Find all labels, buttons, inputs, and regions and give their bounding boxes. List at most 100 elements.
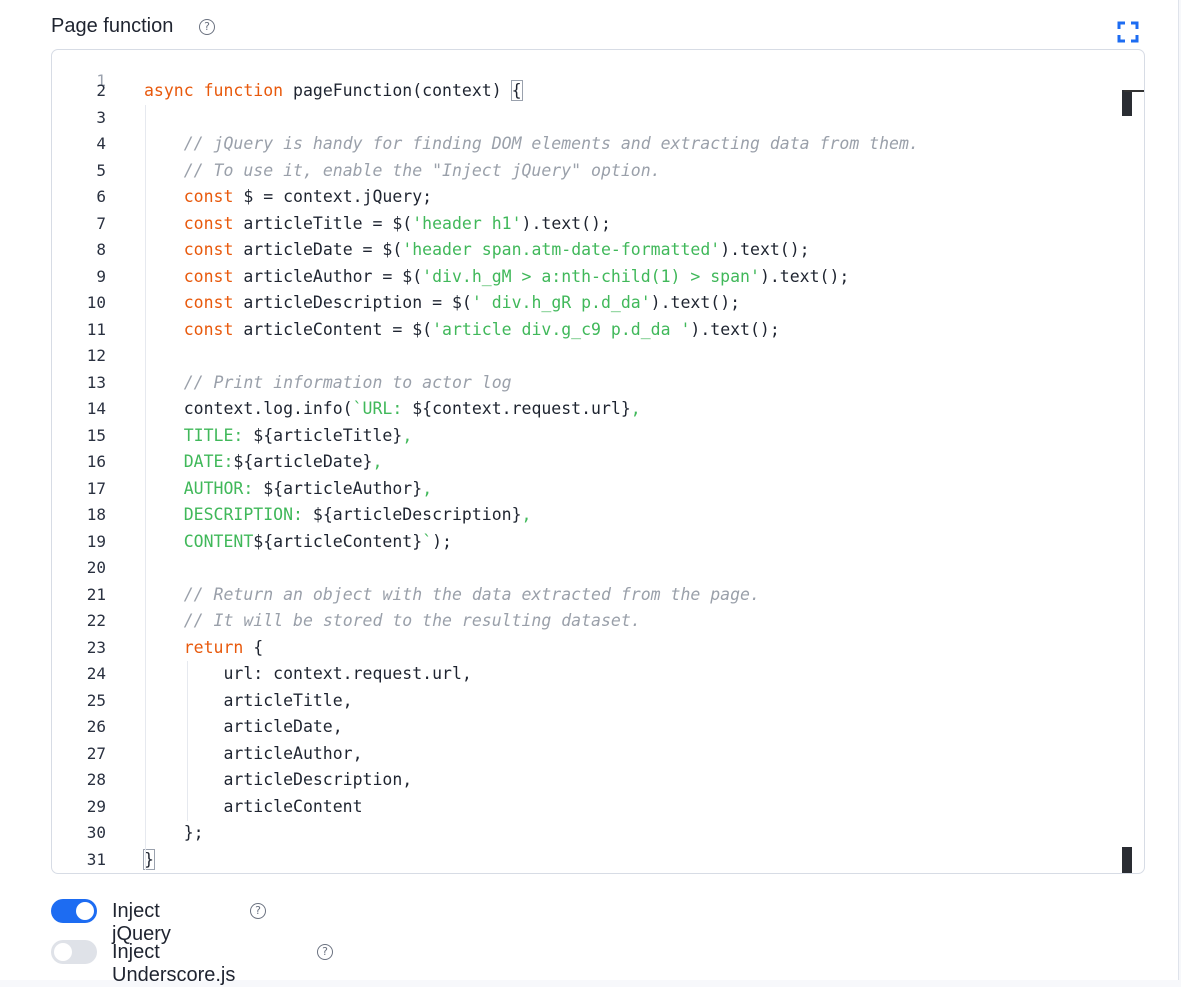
section-header: Page function ? (51, 13, 1143, 43)
code-token: }; (144, 823, 204, 842)
code-line: 7 const articleTitle = $('header h1').te… (52, 211, 1112, 238)
code-token: pageFunction(context) (283, 81, 512, 100)
code-line: 17 AUTHOR: ${articleAuthor}, (52, 476, 1112, 503)
string-token: , (372, 452, 383, 471)
fullscreen-icon[interactable] (1117, 21, 1139, 43)
code-token: ${articleAuthor} (263, 478, 423, 498)
string-token: ` (422, 531, 433, 551)
inject-jquery-toggle[interactable] (51, 899, 97, 923)
editor-scrollbar[interactable] (1122, 50, 1132, 873)
code-token: articleTitle, (144, 690, 353, 710)
code-token: ${articleContent} (253, 531, 423, 551)
code-token: articleDescription, (144, 770, 413, 789)
code-text: articleAuthor, (144, 741, 362, 768)
code-text: // jQuery is handy for finding DOM eleme… (144, 131, 919, 158)
string-token: ' div.h_gR p.d_da' (471, 293, 651, 312)
line-number: 2 (96, 81, 106, 100)
help-circle-icon[interactable]: ? (317, 944, 333, 960)
line-number: 30 (86, 823, 106, 842)
line-number: 14 (86, 399, 106, 418)
code-editor[interactable]: 1 2 async function pageFunction(context) … (51, 49, 1145, 874)
inject-underscore-toggle[interactable] (51, 940, 97, 964)
code-line: 12 (52, 343, 1112, 370)
code-token: articleAuthor = $( (233, 266, 423, 286)
line-number: 26 (86, 717, 106, 736)
help-circle-icon[interactable]: ? (199, 19, 215, 35)
code-token: ${articleDate} (233, 452, 373, 471)
line-number: 7 (96, 213, 106, 233)
inject-jquery-label: Inject jQuery (112, 900, 171, 945)
code-token: ).text(); (690, 319, 780, 339)
code-text: // Return an object with the data extrac… (144, 582, 760, 609)
code-text: async function pageFunction(context) { (144, 78, 523, 105)
line-number: 21 (86, 584, 106, 604)
line-number: 3 (96, 107, 106, 127)
code-line: 24 url: context.request.url, (52, 661, 1112, 688)
scrollbar-thumb[interactable] (1122, 847, 1132, 873)
code-token: articleDate = $( (233, 240, 403, 259)
line-number: 20 (86, 558, 106, 577)
section-title: Page function (51, 15, 174, 37)
line-number: 13 (86, 372, 106, 392)
code-line: 18 DESCRIPTION: ${articleDescription}, (52, 502, 1112, 529)
code-text: // Print information to actor log (144, 370, 512, 397)
code-text: DATE:${articleDate}, (144, 449, 383, 476)
code-line: 10 const articleDescription = $(' div.h_… (52, 290, 1112, 317)
line-number: 24 (86, 664, 106, 683)
comment-token: // To use it, enable the "Inject jQuery"… (183, 160, 661, 180)
keyword-token: const (183, 293, 234, 312)
code-token: articleContent = $( (233, 319, 433, 339)
code-line: 9 const articleAuthor = $('div.h_gM > a:… (52, 264, 1112, 291)
keyword-token: const (183, 319, 234, 339)
code-line: 23 return { (52, 635, 1112, 662)
line-number: 19 (86, 531, 106, 551)
code-token: ).text(); (521, 213, 611, 233)
comment-token: // Return an object with the data extrac… (183, 584, 760, 604)
string-token: 'header h1' (412, 213, 522, 233)
code-text: context.log.info(`URL: ${context.request… (144, 396, 641, 423)
code-text: const articleTitle = $('header h1').text… (144, 211, 611, 238)
code-text: // It will be stored to the resulting da… (144, 608, 641, 635)
line-number: 16 (86, 452, 106, 471)
line-number: 9 (96, 266, 106, 286)
scrollbar-thumb[interactable] (1122, 90, 1132, 116)
code-token: ).text(); (759, 266, 850, 286)
string-token: CONTENT (183, 531, 254, 551)
line-number: 22 (86, 611, 106, 630)
code-text: articleDescription, (144, 767, 412, 794)
string-token: TITLE: (183, 425, 254, 445)
code-token: ).text(); (720, 240, 810, 259)
line-number: 23 (86, 637, 106, 657)
code-text: articleDate, (144, 714, 342, 741)
line-number: 15 (86, 425, 106, 445)
overview-ruler (1124, 90, 1144, 92)
code-text: // To use it, enable the "Inject jQuery"… (144, 158, 661, 185)
keyword-token: const (183, 266, 234, 286)
toggle-knob (76, 902, 94, 920)
code-line: 4 // jQuery is handy for finding DOM ele… (52, 131, 1112, 158)
comment-token: // jQuery is handy for finding DOM eleme… (183, 134, 919, 153)
code-line: 15 TITLE: ${articleTitle}, (52, 423, 1112, 450)
code-text: url: context.request.url, (144, 661, 471, 688)
indent-guide (145, 105, 146, 870)
string-token: 'article div.g_c9 p.d_da ' (432, 319, 691, 339)
page-function-panel: Page function ? 1 2 async function pageFu… (0, 0, 1179, 986)
code-area[interactable]: 1 2 async function pageFunction(context) … (52, 50, 1144, 873)
code-token: { (243, 637, 264, 657)
code-line: 22 // It will be stored to the resulting… (52, 608, 1112, 635)
code-line: 5 // To use it, enable the "Inject jQuer… (52, 158, 1112, 185)
help-circle-icon[interactable]: ? (250, 903, 266, 919)
code-line: 2 async function pageFunction(context) { (52, 78, 1112, 105)
code-text: return { (144, 635, 263, 662)
code-text: const articleDate = $('header span.atm-d… (144, 237, 810, 264)
code-line: 28 articleDescription, (52, 767, 1112, 794)
